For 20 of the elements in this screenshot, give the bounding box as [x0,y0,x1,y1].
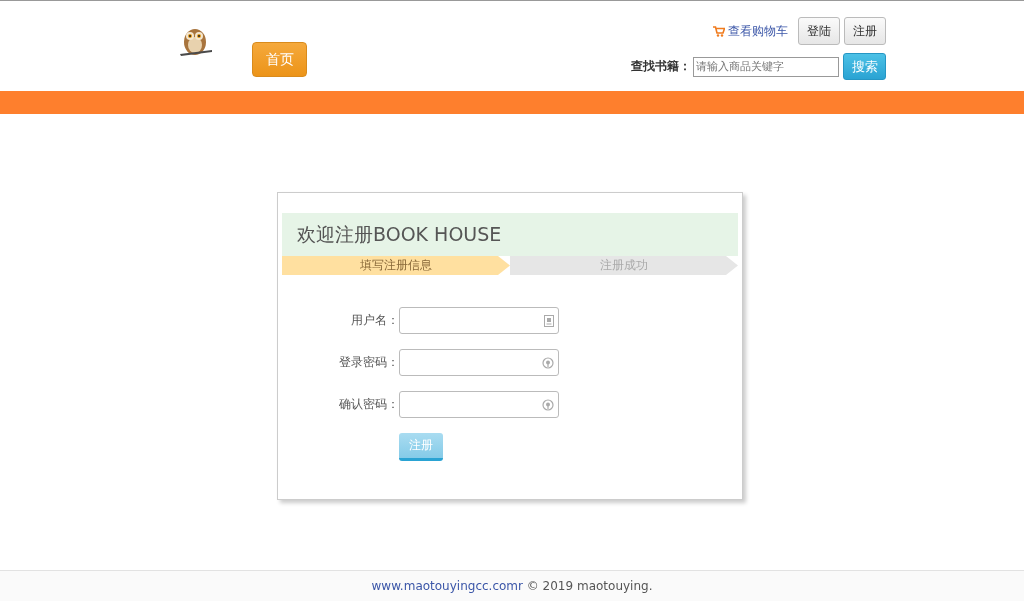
id-card-icon [544,314,554,327]
input-field[interactable] [399,307,559,334]
search-field[interactable]: 请输入商品关键字 [693,56,839,77]
register-button[interactable]: 注册 [844,17,886,45]
field-label: 确认密码： [338,396,399,413]
step-indicator: 注册成功 [510,256,738,275]
field-label: 用户名： [350,312,399,329]
cart-icon [713,25,725,37]
site-link[interactable]: www.maotouyingcc.comr [371,579,523,593]
field-label: 登录密码： [338,354,399,371]
step-indicator: 填写注册信息 [282,256,510,275]
input-field[interactable] [399,391,559,418]
search-label: 查找书籍： [631,58,691,75]
lock-icon [542,356,554,369]
lock-icon [542,398,554,411]
card-title: 欢迎注册BOOK HOUSE [297,221,502,247]
login-button[interactable]: 登陆 [798,17,840,45]
input-field[interactable] [399,349,559,376]
cart-link[interactable]: 查看购物车 [713,22,788,40]
copyright-text: www.maotouyingcc.comr © 2019 maotouying. [371,579,653,593]
